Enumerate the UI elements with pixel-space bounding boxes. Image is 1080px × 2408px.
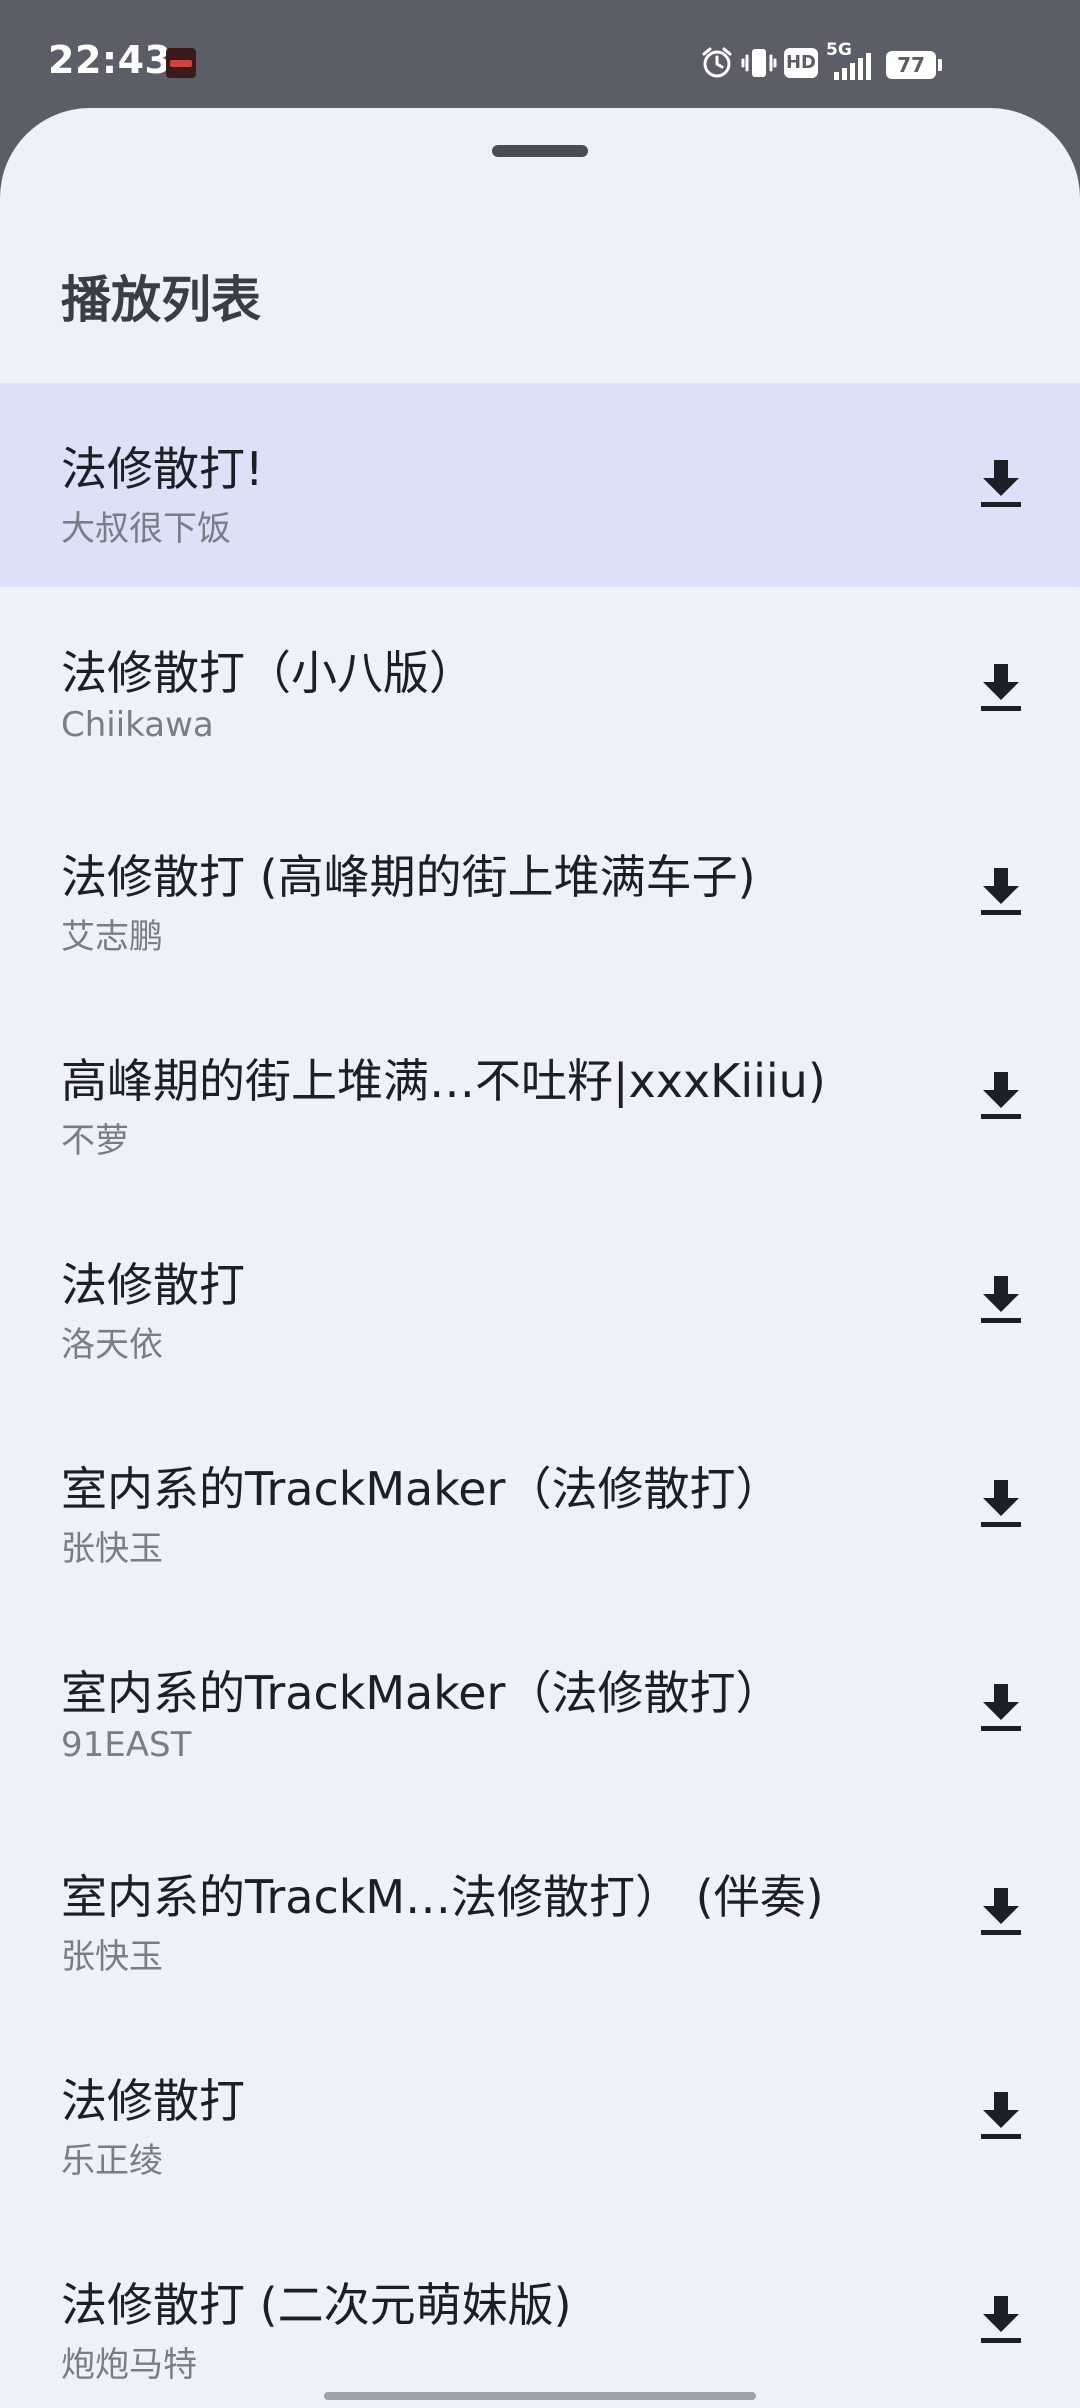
playlist-item[interactable]: 室内系的TrackMaker（法修散打） 张快玉 xyxy=(0,1403,1080,1607)
playlist: 法修散打! 大叔很下饭 法修散打（小八版） Chiikawa 法修散打 (高峰期… xyxy=(0,383,1080,2408)
track-title: 室内系的TrackM…法修散打） (伴奏) xyxy=(61,1870,824,1924)
download-button[interactable] xyxy=(968,1063,1034,1129)
track-artist: 洛天依 xyxy=(61,1325,163,1365)
download-button[interactable] xyxy=(968,2083,1034,2149)
track-title: 法修散打! xyxy=(61,442,264,496)
track-artist: 91EAST xyxy=(61,1725,192,1765)
track-artist: 炮炮马特 xyxy=(61,2345,197,2385)
track-title: 法修散打 (高峰期的街上堆满车子) xyxy=(61,850,756,904)
download-icon xyxy=(981,1480,1021,1527)
battery-indicator: 77 xyxy=(886,51,942,79)
track-title: 法修散打 xyxy=(61,2074,245,2128)
download-button[interactable] xyxy=(968,451,1034,517)
notification-app-icon xyxy=(166,48,196,78)
track-artist: 张快玉 xyxy=(61,1529,163,1569)
track-artist: 不萝 xyxy=(61,1121,129,1161)
network-label: 5G xyxy=(826,40,852,60)
playlist-item[interactable]: 法修散打 (二次元萌妹版) 炮炮马特 xyxy=(0,2219,1080,2408)
vibrate-icon xyxy=(741,49,777,77)
playlist-item[interactable]: 法修散打 洛天依 xyxy=(0,1199,1080,1403)
track-title: 法修散打 (二次元萌妹版) xyxy=(61,2278,572,2332)
download-button[interactable] xyxy=(968,1675,1034,1741)
download-icon xyxy=(981,868,1021,915)
download-icon xyxy=(981,1276,1021,1323)
download-button[interactable] xyxy=(968,655,1034,721)
track-title: 室内系的TrackMaker（法修散打） xyxy=(61,1462,782,1516)
alarm-icon xyxy=(702,47,732,78)
track-artist: 艾志鹏 xyxy=(61,917,163,957)
download-button[interactable] xyxy=(968,859,1034,925)
track-artist: 大叔很下饭 xyxy=(61,509,231,549)
playlist-item[interactable]: 室内系的TrackMaker（法修散打） 91EAST xyxy=(0,1607,1080,1811)
status-time: 22:43 xyxy=(48,38,172,82)
download-button[interactable] xyxy=(968,2287,1034,2353)
track-title: 法修散打 xyxy=(61,1258,245,1312)
track-artist: 乐正绫 xyxy=(61,2141,163,2181)
hd-label: HD xyxy=(785,52,816,73)
download-icon xyxy=(981,2092,1021,2139)
playlist-bottom-sheet: 播放列表 法修散打! 大叔很下饭 法修散打（小八版） Chiikawa 法修散打… xyxy=(0,108,1080,2408)
playlist-item[interactable]: 法修散打（小八版） Chiikawa xyxy=(0,587,1080,791)
download-icon xyxy=(981,1888,1021,1935)
playlist-item[interactable]: 法修散打 (高峰期的街上堆满车子) 艾志鹏 xyxy=(0,791,1080,995)
download-icon xyxy=(981,664,1021,711)
download-icon xyxy=(981,460,1021,507)
track-title: 室内系的TrackMaker（法修散打） xyxy=(61,1666,782,1720)
download-icon xyxy=(981,1072,1021,1119)
hd-badge: HD xyxy=(784,48,818,78)
playlist-item[interactable]: 法修散打! 大叔很下饭 xyxy=(0,383,1080,587)
drag-handle[interactable] xyxy=(492,145,588,157)
status-bar: 22:43 HD 5G 77 xyxy=(0,0,1080,110)
download-button[interactable] xyxy=(968,1879,1034,1945)
track-artist: 张快玉 xyxy=(61,1937,163,1977)
gesture-navigation-bar[interactable] xyxy=(324,2392,756,2400)
download-button[interactable] xyxy=(968,1267,1034,1333)
battery-level: 77 xyxy=(897,53,925,77)
sheet-title: 播放列表 xyxy=(61,271,261,329)
track-title: 法修散打（小八版） xyxy=(61,646,475,700)
track-artist: Chiikawa xyxy=(61,705,214,745)
playlist-item[interactable]: 法修散打 乐正绫 xyxy=(0,2015,1080,2219)
playlist-item[interactable]: 高峰期的街上堆满…不吐籽|xxxKiiiu) 不萝 xyxy=(0,995,1080,1199)
signal-icon: 5G xyxy=(826,40,876,80)
download-icon xyxy=(981,2296,1021,2343)
download-button[interactable] xyxy=(968,1471,1034,1537)
playlist-item[interactable]: 室内系的TrackM…法修散打） (伴奏) 张快玉 xyxy=(0,1811,1080,2015)
download-icon xyxy=(981,1684,1021,1731)
track-title: 高峰期的街上堆满…不吐籽|xxxKiiiu) xyxy=(61,1054,826,1108)
